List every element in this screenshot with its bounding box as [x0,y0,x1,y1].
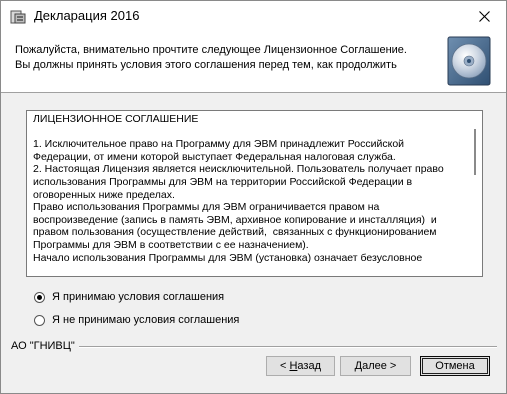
window-title: Декларация 2016 [34,8,140,23]
scrollbar-thumb[interactable] [474,129,476,175]
cancel-label: Отмена [435,360,475,372]
installer-app-icon [10,10,26,24]
vendor-label: АО "ГНИВЦ" [11,340,75,352]
decline-radio[interactable] [34,314,45,326]
accept-label: Я принимаю условия соглашения [52,291,225,303]
next-button[interactable]: Далее > [340,356,411,376]
accept-radio[interactable] [34,291,45,303]
license-text: ЛИЦЕНЗИОННОЕ СОГЛАШЕНИЕ 1. Исключительно… [33,113,444,264]
decline-option[interactable]: Я не принимаю условия соглашения [34,312,239,328]
license-textbox[interactable]: ЛИЦЕНЗИОННОЕ СОГЛАШЕНИЕ 1. Исключительно… [26,110,483,277]
footer-separator [79,346,497,348]
close-button[interactable] [462,1,506,32]
back-rest: азад [297,360,321,372]
next-mnemonic: Д [354,360,363,372]
back-mnemonic: Н [289,360,298,372]
back-prefix: < [279,360,290,372]
cancel-button[interactable]: Отмена [420,356,490,376]
accept-option[interactable]: Я принимаю условия соглашения [34,289,224,305]
header-panel: Пожалуйста, внимательно прочтите следующ… [1,32,506,93]
decline-label: Я не принимаю условия соглашения [52,314,240,326]
title-bar: Декларация 2016 [1,1,506,32]
next-suffix: > [386,360,397,372]
next-rest: алее [362,360,387,372]
back-button[interactable]: < Назад [266,356,335,376]
cd-disc-icon [447,36,491,86]
close-icon [478,11,490,22]
setup-window: Декларация 2016 Пожалуйста, внимательно … [0,0,507,394]
header-instruction: Пожалуйста, внимательно прочтите следующ… [15,44,407,71]
license-scrollbar[interactable] [468,111,482,276]
